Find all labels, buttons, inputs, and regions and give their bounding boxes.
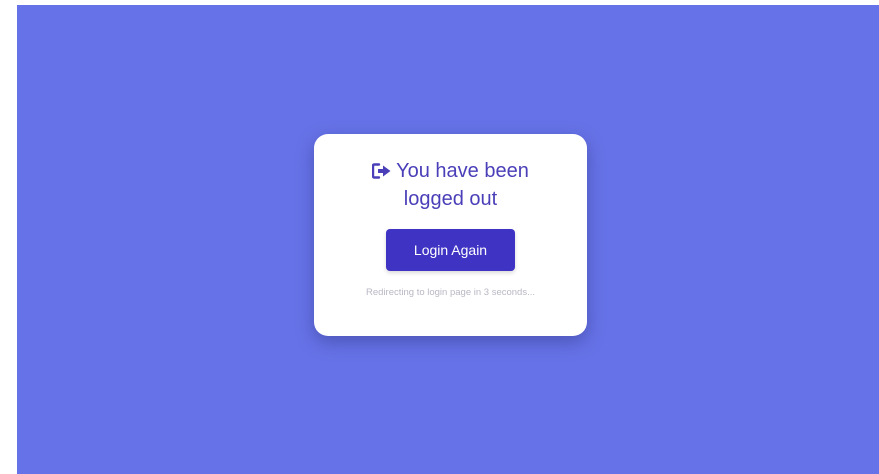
page-background: You have been logged out Login Again Red… bbox=[17, 5, 879, 474]
logout-card: You have been logged out Login Again Red… bbox=[314, 134, 587, 336]
title-line-2: logged out bbox=[403, 188, 498, 210]
redirect-message: Redirecting to login page in 3 seconds..… bbox=[366, 287, 535, 298]
logout-title: You have been logged out bbox=[314, 158, 587, 212]
sign-out-icon bbox=[371, 160, 392, 186]
title-line-1: You have been bbox=[396, 160, 529, 182]
login-again-button[interactable]: Login Again bbox=[386, 229, 515, 271]
